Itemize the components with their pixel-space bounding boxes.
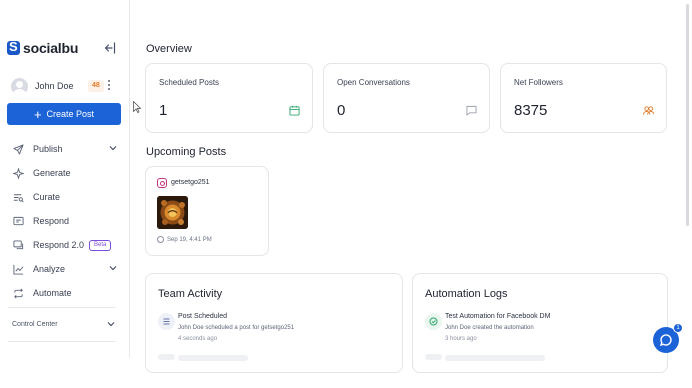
sidebar-item-label: Automate (33, 288, 72, 298)
repeat-icon (12, 287, 24, 299)
next-activity-placeholder (158, 354, 175, 360)
check-circle-icon (425, 313, 442, 330)
chevron-down-icon (107, 322, 115, 327)
support-chat-button[interactable]: 1 (653, 323, 683, 353)
sidebar-item-generate[interactable]: Generate (12, 161, 120, 185)
stat-value: 8375 (514, 102, 548, 119)
post-time-text: Sep 19, 4:41 PM (167, 236, 212, 243)
sidebar: socialbu John Doe 48 + Create Post Publi… (0, 0, 130, 358)
stat-value: 0 (337, 102, 346, 119)
beta-badge: Beta (89, 239, 112, 251)
team-activity-panel: Team Activity Post Scheduled John Doe sc… (145, 273, 403, 373)
overview-title: Overview (146, 43, 192, 55)
plus-icon: + (33, 106, 42, 122)
notification-badge[interactable]: 48 (88, 80, 104, 92)
sidebar-item-label: Respond 2.0 (33, 240, 85, 250)
sidebar-item-automate[interactable]: Automate (12, 281, 120, 305)
message-icon (12, 215, 24, 227)
sidebar-item-label: Publish (33, 144, 63, 154)
sidebar-item-publish[interactable]: Publish (12, 137, 120, 161)
automation-log-description: John Doe created the automation (445, 325, 534, 331)
chat-bubble-icon (466, 105, 477, 116)
chat-unread-count: 1 (673, 323, 683, 333)
post-schedule-time: Sep 19, 4:41 PM (157, 236, 212, 243)
sidebar-item-respond[interactable]: Respond (12, 209, 120, 233)
automation-log-time: 3 hours ago (445, 336, 477, 342)
more-options-icon[interactable] (107, 78, 111, 92)
stat-card-open-conversations[interactable]: Open Conversations 0 (323, 63, 490, 133)
sidebar-item-label: Generate (33, 168, 71, 178)
sidebar-item-respond-2[interactable]: Respond 2.0 Beta (12, 233, 120, 257)
sidebar-item-label: Analyze (33, 264, 66, 274)
chevron-down-icon[interactable] (108, 143, 118, 153)
divider (8, 341, 116, 342)
activity-description: John Doe scheduled a post for getsetgo25… (178, 325, 295, 331)
sidebar-item-label: Respond (33, 216, 70, 226)
control-center-label: Control Center (12, 320, 58, 328)
automation-log-title: Test Automation for Facebook DM (445, 313, 551, 320)
stat-value: 1 (159, 102, 168, 119)
create-post-button[interactable]: + Create Post (7, 103, 121, 125)
stat-card-net-followers[interactable]: Net Followers 8375 (500, 63, 667, 133)
next-log-placeholder (425, 354, 442, 360)
list-icon (158, 313, 175, 330)
send-icon (12, 143, 24, 155)
sidebar-item-curate[interactable]: Curate (12, 185, 120, 209)
automation-logs-title: Automation Logs (425, 288, 508, 300)
control-center-toggle[interactable]: Control Center (12, 318, 118, 330)
create-post-label: Create Post (46, 109, 95, 119)
brand[interactable]: socialbu (7, 39, 79, 56)
divider (8, 307, 116, 308)
automation-logs-panel: Automation Logs Test Automation for Face… (412, 273, 668, 373)
next-log-placeholder (445, 355, 545, 361)
mouse-cursor-icon (133, 101, 141, 113)
stat-label: Scheduled Posts (159, 78, 220, 87)
activity-time: 4 seconds ago (178, 336, 218, 342)
user-name: John Doe (35, 81, 74, 91)
socialbu-logo-icon (7, 39, 20, 55)
stat-card-scheduled-posts[interactable]: Scheduled Posts 1 (145, 63, 313, 133)
sidebar-item-analyze[interactable]: Analyze (12, 257, 120, 281)
upcoming-posts-title: Upcoming Posts (146, 146, 227, 158)
scrollbar[interactable] (686, 4, 689, 226)
post-account: getsetgo251 (171, 179, 210, 186)
activity-title: Post Scheduled (178, 313, 228, 320)
avatar (11, 77, 28, 95)
stat-label: Open Conversations (337, 78, 410, 87)
team-activity-title: Team Activity (158, 288, 223, 300)
sidebar-item-label: Curate (33, 192, 61, 202)
sidebar-nav: Publish Generate Curate Respond Respond … (12, 137, 120, 305)
curate-icon (12, 191, 24, 203)
users-icon (643, 106, 654, 115)
clock-icon (157, 236, 164, 243)
upcoming-post-card[interactable]: getsetgo251 Sep 19, 4:41 PM (145, 166, 269, 256)
chart-icon (12, 263, 24, 275)
instagram-icon (157, 178, 167, 188)
next-activity-placeholder (178, 355, 248, 361)
post-thumbnail[interactable] (157, 196, 188, 229)
brand-name: socialbu (23, 40, 79, 56)
messages-icon (12, 239, 24, 251)
user-menu[interactable]: John Doe 48 (11, 77, 121, 95)
chevron-down-icon[interactable] (108, 263, 118, 273)
stat-label: Net Followers (514, 78, 563, 87)
collapse-sidebar-icon[interactable] (104, 42, 116, 54)
calendar-icon (289, 105, 300, 116)
sparkle-icon (12, 167, 24, 179)
